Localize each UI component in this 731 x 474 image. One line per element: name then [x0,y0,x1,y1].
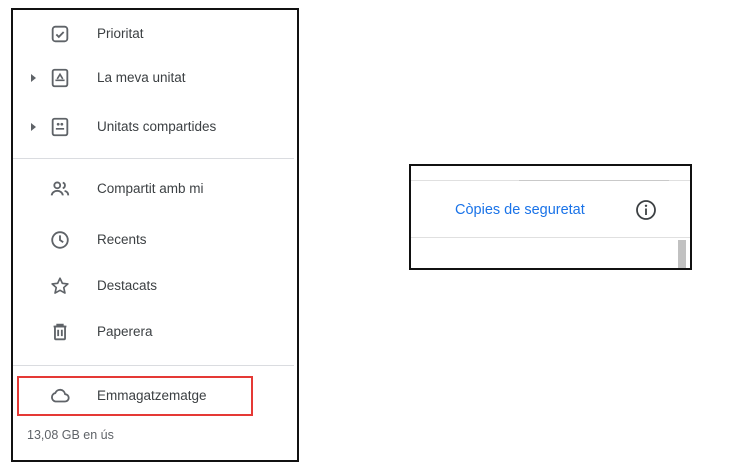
info-icon[interactable] [634,198,658,222]
star-icon [47,273,73,299]
clock-icon [47,227,73,253]
priority-check-icon [47,21,73,47]
storage-usage-text: 13,08 GB en ús [27,428,114,442]
scrollbar[interactable] [678,240,686,268]
divider [519,180,669,181]
cloud-icon [47,383,73,409]
sidebar-item-label: Emmagatzematge [97,388,207,403]
sidebar-item-starred[interactable]: Destacats [13,266,293,306]
divider [411,237,690,238]
sidebar-item-label: Prioritat [97,26,144,41]
sidebar-item-trash[interactable]: Paperera [13,312,293,352]
divider [13,158,294,159]
sidebar-item-shared-with-me[interactable]: Compartit amb mi [13,169,293,209]
sidebar-item-recent[interactable]: Recents [13,220,293,260]
sidebar-item-label: Compartit amb mi [97,181,204,196]
sidebar-item-label: Unitats compartides [97,119,217,134]
divider [13,365,294,366]
drive-sidebar: Prioritat La meva unitat Unitats compart… [11,8,299,462]
backups-link[interactable]: Còpies de seguretat [455,202,585,218]
people-icon [47,176,73,202]
expand-arrow-icon[interactable] [31,123,36,131]
sidebar-item-label: Paperera [97,324,153,339]
backups-panel: Còpies de seguretat [409,164,692,270]
shared-drives-icon [47,114,73,140]
sidebar-item-label: La meva unitat [97,70,186,85]
sidebar-item-shared-drives[interactable]: Unitats compartides [13,107,293,147]
sidebar-item-my-drive[interactable]: La meva unitat [13,58,293,98]
sidebar-item-priority[interactable]: Prioritat [13,14,293,54]
sidebar-item-label: Recents [97,232,147,247]
expand-arrow-icon[interactable] [31,74,36,82]
my-drive-icon [47,65,73,91]
sidebar-item-storage[interactable]: Emmagatzematge [13,376,293,416]
trash-icon [47,319,73,345]
sidebar-item-label: Destacats [97,278,158,293]
